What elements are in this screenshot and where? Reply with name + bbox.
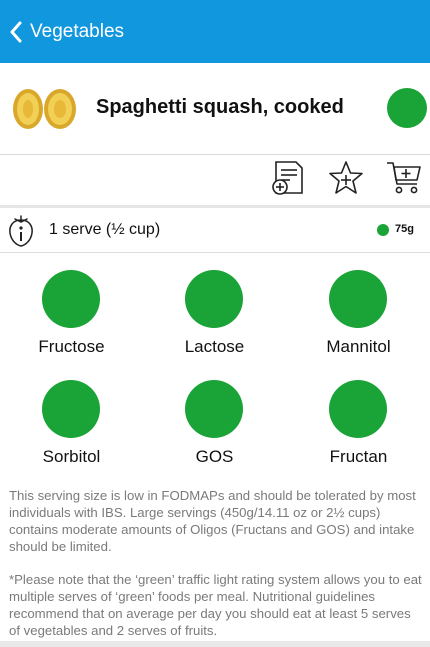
food-header: Spaghetti squash, cooked: [0, 63, 430, 155]
serving-size-label: 1 serve (½ cup): [49, 221, 161, 238]
overall-rating-indicator: [387, 88, 427, 128]
fodmap-item-lactose: Lactose: [143, 253, 286, 364]
sorbitol-rating-indicator: [42, 380, 100, 438]
back-label: Vegetables: [30, 20, 125, 42]
mannitol-rating-indicator: [329, 270, 387, 328]
cart-plus-icon: [387, 162, 421, 194]
fodmap-label: Fructose: [38, 337, 105, 356]
add-to-cart-button[interactable]: [385, 159, 423, 197]
add-to-favourites-button[interactable]: [327, 159, 365, 197]
chevron-left-icon: [10, 21, 22, 42]
spaghetti-squash-image: [13, 89, 76, 129]
action-bar: [0, 156, 430, 205]
fodmap-item-sorbitol: Sorbitol: [0, 363, 143, 474]
fodmap-label: Lactose: [184, 337, 245, 356]
fodmap-item-fructan: Fructan: [287, 363, 430, 474]
fodmap-item-mannitol: Mannitol: [287, 253, 430, 364]
bottom-divider: [0, 641, 430, 647]
food-title: Spaghetti squash, cooked: [96, 96, 344, 118]
back-button[interactable]: Vegetables: [0, 0, 124, 63]
fructan-rating-indicator: [329, 380, 387, 438]
nav-bar: Vegetables: [0, 0, 430, 63]
fodmap-label: Mannitol: [326, 337, 391, 356]
lactose-rating-indicator: [185, 270, 243, 328]
serving-weight: 75g: [395, 223, 414, 235]
fodmap-item-fructose: Fructose: [0, 253, 143, 364]
serving-note: This serving size is low in FODMAPs and …: [9, 488, 416, 554]
traffic-light-note: *Please note that the ‘green’ traffic li…: [9, 572, 422, 638]
fodmap-item-gos: GOS: [143, 363, 286, 474]
serving-size-row[interactable]: 1 serve (½ cup) 75g: [0, 208, 430, 253]
fodmap-label: Fructan: [329, 447, 388, 466]
fodmap-label: GOS: [195, 447, 234, 466]
fodmap-label: Sorbitol: [42, 447, 101, 466]
star-plus-icon: [329, 161, 363, 194]
serving-rating-indicator: [377, 224, 389, 236]
fodmap-grid: Fructose Lactose Mannitol Sorbitol GOS F…: [0, 253, 430, 475]
fructose-rating-indicator: [42, 270, 100, 328]
add-to-list-button[interactable]: [270, 159, 308, 197]
add-to-list-icon: [272, 161, 303, 195]
gos-rating-indicator: [185, 380, 243, 438]
strawberry-info-icon: [9, 215, 33, 247]
